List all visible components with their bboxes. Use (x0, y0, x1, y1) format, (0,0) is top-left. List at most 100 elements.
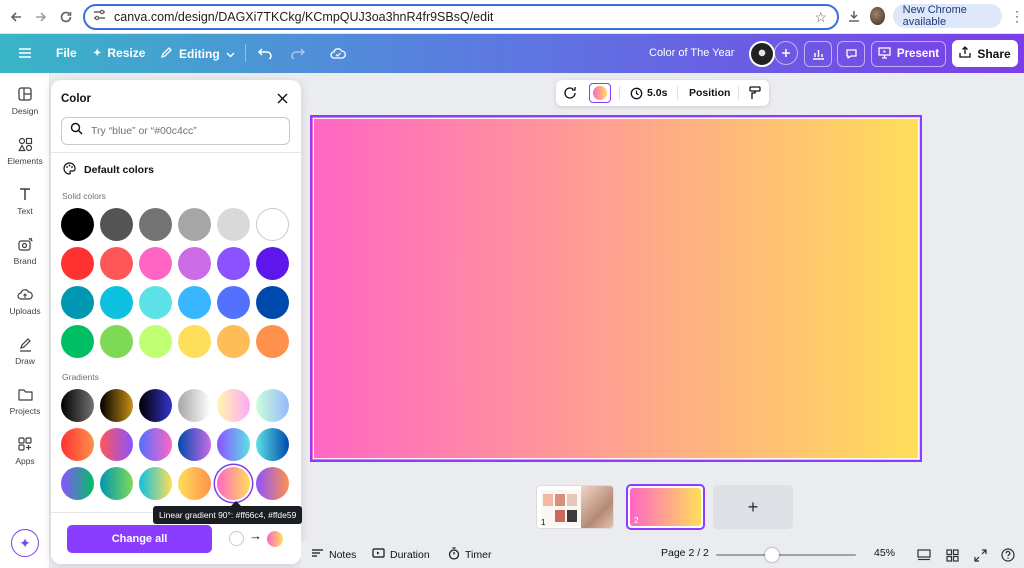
zoom-slider-thumb[interactable] (765, 548, 779, 562)
rail-item-draw[interactable]: Draw (0, 329, 50, 373)
redo-icon[interactable] (283, 40, 311, 66)
paint-roller-icon[interactable] (745, 84, 765, 102)
address-bar[interactable]: canva.com/design/DAGXi7TKCkg/KCmpQUJ3oa3… (83, 4, 839, 30)
new-chrome-available-button[interactable]: New Chrome available (892, 4, 1002, 28)
page-indicator[interactable]: Page 2 / 2 (661, 547, 709, 559)
color-swatch[interactable] (61, 208, 94, 241)
gradient-swatch[interactable] (100, 467, 133, 500)
editing-mode-dropdown[interactable]: Editing (160, 46, 235, 62)
close-icon[interactable] (273, 89, 291, 107)
user-avatar[interactable] (749, 41, 775, 67)
gradient-swatch[interactable] (139, 467, 172, 500)
color-picker-button[interactable] (589, 83, 611, 103)
zoom-percentage[interactable]: 45% (874, 547, 895, 559)
resize-button[interactable]: ✦ Resize (93, 46, 145, 60)
add-collaborator-icon[interactable] (774, 41, 798, 65)
color-swatch[interactable] (100, 208, 133, 241)
download-icon[interactable] (846, 6, 862, 26)
comment-icon[interactable] (837, 41, 865, 67)
color-swatch[interactable] (61, 325, 94, 358)
gradient-swatch[interactable] (100, 389, 133, 422)
design-title[interactable]: Color of The Year (649, 47, 734, 59)
rail-item-elements[interactable]: Elements (0, 129, 50, 173)
gradient-swatch[interactable] (61, 467, 94, 500)
page-view-icon[interactable] (916, 547, 932, 563)
timer-button[interactable]: Timer (448, 547, 491, 563)
color-swatch[interactable] (61, 286, 94, 319)
rail-item-uploads[interactable]: Uploads (0, 279, 50, 323)
color-search-input[interactable] (91, 125, 271, 137)
color-swatch[interactable] (139, 286, 172, 319)
gradient-swatch[interactable] (217, 389, 250, 422)
gradient-swatch[interactable] (178, 467, 211, 500)
grid-view-icon[interactable] (944, 547, 960, 563)
position-button[interactable]: Position (689, 87, 730, 99)
bookmark-star-icon[interactable]: ☆ (814, 9, 827, 26)
color-swatch[interactable] (178, 286, 211, 319)
color-swatch[interactable] (139, 247, 172, 280)
notes-button[interactable]: Notes (311, 547, 356, 562)
color-swatch[interactable] (139, 325, 172, 358)
color-swatch[interactable] (217, 286, 250, 319)
color-swatch[interactable] (217, 208, 250, 241)
color-swatch[interactable] (217, 325, 250, 358)
clock-icon[interactable] (626, 84, 646, 102)
magic-sparkle-button[interactable]: ✦ (11, 529, 39, 557)
color-swatch[interactable] (256, 247, 289, 280)
file-menu[interactable]: File (56, 46, 77, 60)
color-swatch[interactable] (61, 247, 94, 280)
gradient-swatch[interactable] (217, 428, 250, 461)
gradient-swatch[interactable] (178, 389, 211, 422)
gradient-swatch[interactable] (61, 428, 94, 461)
gradient-swatch[interactable] (139, 428, 172, 461)
gradient-swatch[interactable] (217, 467, 250, 500)
color-swatch[interactable] (256, 286, 289, 319)
share-button[interactable]: Share (952, 40, 1018, 67)
rail-item-apps[interactable]: Apps (0, 429, 50, 473)
add-page-button[interactable]: + (713, 485, 793, 529)
browser-menu-icon[interactable]: ⋮ (1010, 8, 1024, 25)
color-swatch[interactable] (178, 208, 211, 241)
page-thumbnail-1[interactable]: 1 (536, 485, 614, 529)
duration-value[interactable]: 5.0s (647, 87, 667, 99)
color-swatch[interactable] (139, 208, 172, 241)
rail-item-projects[interactable]: Projects (0, 379, 50, 423)
page-thumbnail-2[interactable]: 2 (626, 484, 705, 530)
animate-icon[interactable] (560, 84, 580, 102)
main-menu-icon[interactable] (11, 40, 39, 66)
rail-item-brand[interactable]: Brand (0, 229, 50, 273)
color-swatch[interactable] (178, 247, 211, 280)
color-swatch[interactable] (100, 247, 133, 280)
gradient-swatch[interactable] (256, 467, 289, 500)
undo-icon[interactable] (251, 40, 279, 66)
gradient-swatch[interactable] (139, 389, 172, 422)
color-swatch[interactable] (100, 286, 133, 319)
color-swatch[interactable] (256, 325, 289, 358)
cloud-saved-icon[interactable] (324, 40, 352, 66)
help-icon[interactable] (1000, 547, 1016, 563)
rail-item-text[interactable]: Text (0, 179, 50, 223)
forward-icon[interactable] (30, 6, 52, 28)
gradient-swatch[interactable] (61, 389, 94, 422)
design-canvas-page[interactable] (310, 115, 922, 462)
color-swatch[interactable] (100, 325, 133, 358)
rail-item-design[interactable]: Design (0, 79, 50, 123)
insights-icon[interactable] (804, 41, 832, 67)
gradient-swatch[interactable] (256, 428, 289, 461)
back-icon[interactable] (5, 6, 27, 28)
change-all-button[interactable]: Change all (67, 525, 212, 553)
gradient-swatch[interactable] (256, 389, 289, 422)
present-button[interactable]: Present (871, 41, 946, 67)
arrow-right-icon: → (249, 528, 262, 543)
color-swatch[interactable] (178, 325, 211, 358)
zoom-slider-track[interactable] (716, 554, 856, 556)
reload-icon[interactable] (55, 6, 77, 28)
gradient-swatch[interactable] (100, 428, 133, 461)
site-settings-icon[interactable] (93, 8, 106, 26)
profile-avatar[interactable] (870, 7, 885, 25)
color-swatch[interactable] (217, 247, 250, 280)
gradient-swatch[interactable] (178, 428, 211, 461)
color-swatch[interactable] (256, 208, 289, 241)
duration-button[interactable]: Duration (372, 547, 430, 562)
fullscreen-icon[interactable] (972, 547, 988, 563)
